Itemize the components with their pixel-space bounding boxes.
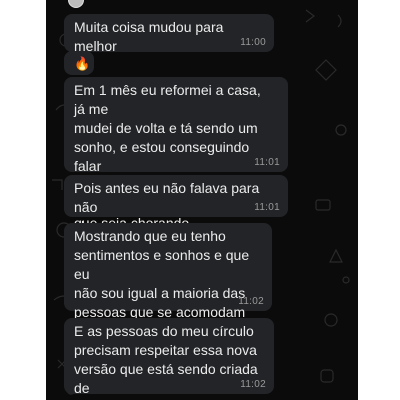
message-time: 11:00 — [240, 37, 266, 48]
message-text: Mostrando que eu tenho sentimentos e son… — [74, 228, 250, 320]
screenshot-page: Muita coisa mudou para melhor 11:00 🔥 Em… — [0, 0, 400, 400]
message-bubble[interactable]: Em 1 mês eu reformei a casa, já me mudei… — [64, 77, 288, 231]
message-time: 11:01 — [254, 202, 280, 213]
message-time: 11:02 — [238, 296, 264, 307]
message-bubble[interactable]: E as pessoas do meu círculo precisam res… — [64, 318, 274, 400]
message-bubble[interactable]: 🔥 — [64, 51, 94, 75]
message-bubble[interactable]: Mostrando que eu tenho sentimentos e son… — [64, 223, 272, 320]
message-bubble[interactable]: Pois antes eu não falava para não chorar… — [64, 175, 288, 234]
message-text: Muita coisa mudou para melhor — [74, 19, 224, 54]
fire-emoji-icon: 🔥 — [74, 56, 91, 71]
message-time: 11:02 — [240, 379, 266, 390]
message-text: E as pessoas do meu círculo precisam res… — [74, 323, 258, 400]
message-time: 11:01 — [254, 157, 280, 168]
message-bubble[interactable]: Muita coisa mudou para melhor 11:00 — [64, 14, 274, 54]
